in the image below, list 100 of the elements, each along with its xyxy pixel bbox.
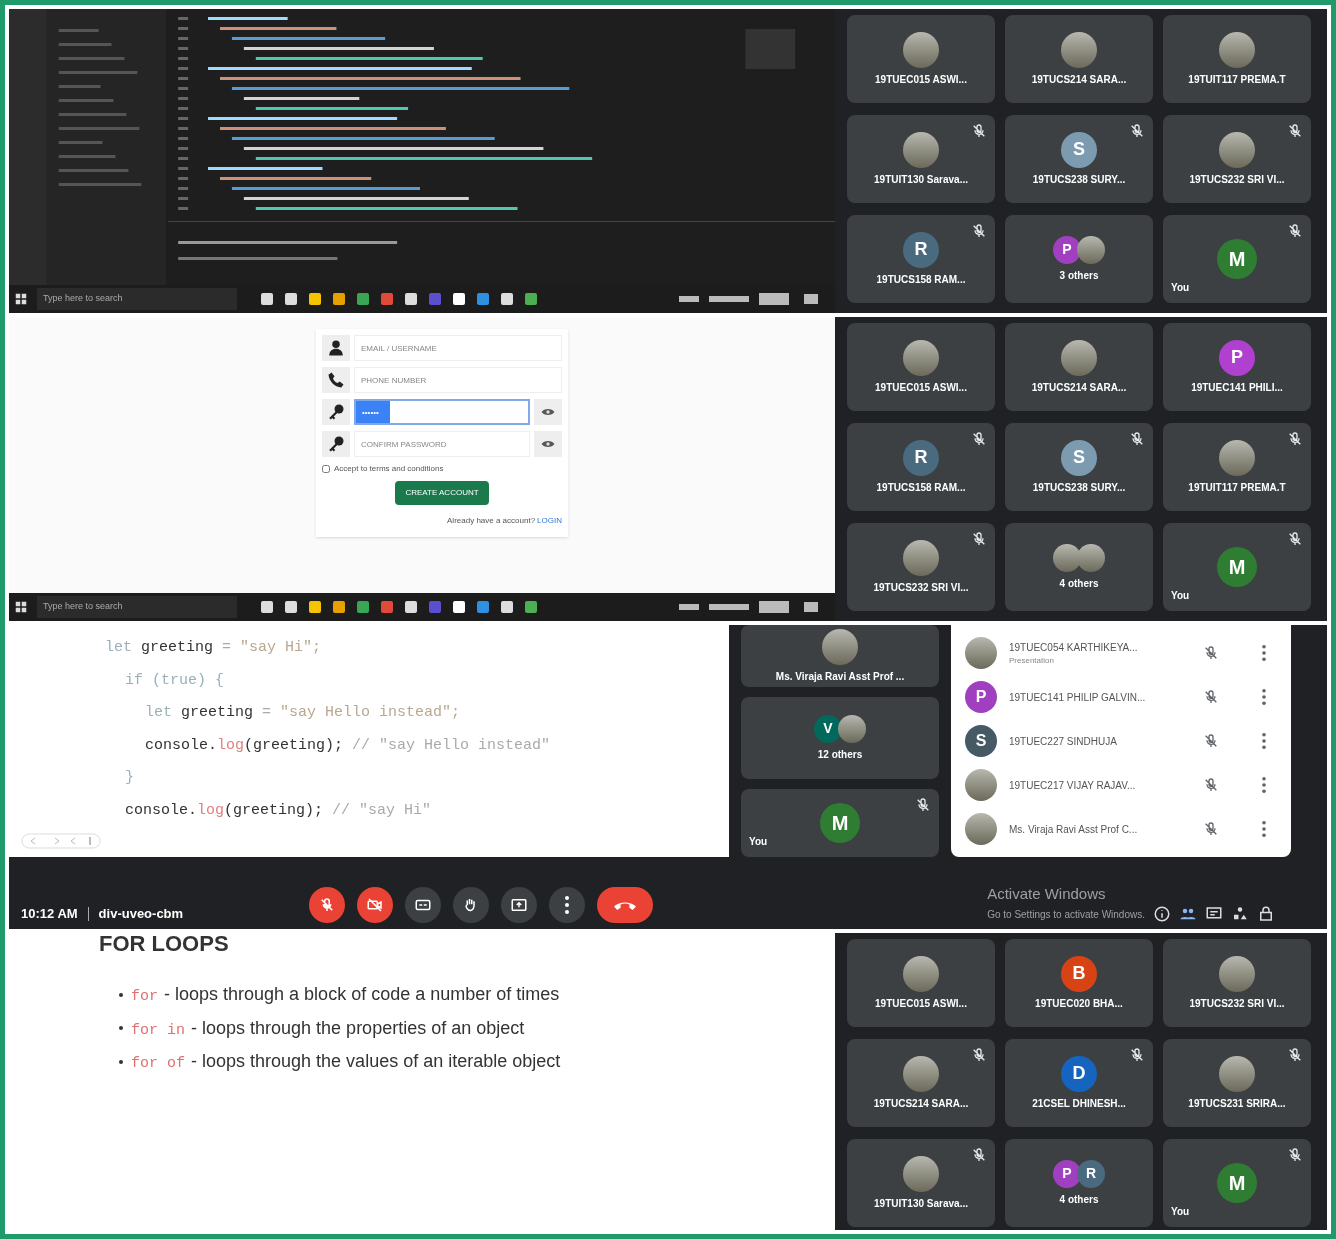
participant-row[interactable]: Ms. Viraja Ravi Asst Prof C... [965,807,1277,851]
participant-tile[interactable]: P 3 others [1005,215,1153,303]
participant-name: 19TUCS238 SURY... [1032,172,1126,187]
participant-name: 19TUEC141 PHILI... [1191,380,1283,395]
terms-checkbox[interactable] [322,465,330,473]
participant-tile[interactable]: 19TUCS214 SARA... [1005,323,1153,411]
photo-placeholder [1219,31,1255,68]
participant-tile[interactable]: D 21CSEL DHINESH... [1005,1039,1153,1127]
others-count: 4 others [1059,1192,1099,1207]
photo-placeholder [1061,31,1097,68]
hand-button[interactable] [452,887,489,923]
bullet-item: for of - loops through the values of an iterable object [131,1050,561,1074]
participant-name: You [1171,281,1190,295]
participant-tile[interactable]: B 19TUEC020 BHA... [1005,939,1153,1027]
photo-placeholder [1053,543,1081,572]
taskbar-search-field[interactable]: Type here to search [37,288,237,310]
participant-tile[interactable]: R 19TUCS158 RAM... [847,215,995,303]
hang-up-button[interactable] [596,887,653,923]
start-icon[interactable] [15,601,27,613]
others-count: 3 others [1059,268,1099,283]
eye-icon[interactable] [534,431,562,457]
participant-tile[interactable]: 19TUEC015 ASWI... [847,15,995,103]
participant-tile[interactable]: 19TUCS232 SRI VI... [1163,939,1311,1027]
participant-tile[interactable]: M You [741,789,939,857]
participant-tile[interactable]: V 12 others [741,697,939,779]
avatar: S [965,725,997,757]
eye-icon[interactable] [534,399,562,425]
avatar: R [903,231,939,268]
participant-tile[interactable]: 19TUIT117 PREMA.T [1163,423,1311,511]
avatar: S [1061,131,1097,168]
text-field[interactable]: CONFIRM PASSWORD [354,431,530,457]
code-line: } [125,768,135,788]
participant-tile[interactable]: 19TUIT130 Sarava... [847,115,995,203]
taskbar-search-field[interactable]: Type here to search [37,596,237,618]
participant-tile[interactable]: P R 4 others [1005,1139,1153,1227]
participant-name: 19TUCS214 SARA... [873,1096,969,1111]
participant-tile[interactable]: 19TUIT130 Sarava... [847,1139,995,1227]
participant-row[interactable]: P 19TUEC141 PHILIP GALVIN... [965,675,1277,719]
participant-name: 19TUCS214 SARA... [1031,380,1127,395]
more-options-icon[interactable] [1261,776,1267,794]
more-options-icon[interactable] [1261,820,1267,838]
participant-name: 19TUEC015 ASWI... [875,380,967,395]
avatar: S [1061,439,1097,476]
participant-row[interactable]: 19TUEC217 VIJAY RAJAV... [965,763,1277,807]
participant-tile[interactable]: 19TUCS232 SRI VI... [1163,115,1311,203]
more-options-icon[interactable] [1261,732,1267,750]
participant-name: 19TUCS232 SRI VI... [873,580,969,595]
participant-tile[interactable]: M You [1163,215,1311,303]
participant-tile[interactable]: S 19TUCS238 SURY... [1005,423,1153,511]
info-icon[interactable] [1153,905,1171,923]
more-options-button[interactable] [548,887,585,923]
text-field[interactable]: EMAIL / USERNAME [354,335,562,361]
participant-name: 19TUCS238 SURY... [1032,480,1126,495]
photo-placeholder [965,769,997,801]
participant-tile[interactable]: 19TUCS214 SARA... [847,1039,995,1127]
participant-subtitle: Presentation [1009,654,1055,667]
camera-off-button[interactable] [356,887,393,923]
avatar: M [1217,1163,1257,1203]
participant-tile[interactable]: Ms. Viraja Ravi Asst Prof ... [741,625,939,687]
participant-tile[interactable]: 19TUCS232 SRI VI... [847,523,995,611]
more-options-icon[interactable] [1261,644,1267,662]
start-icon[interactable] [15,293,27,305]
others-count: 12 others [817,747,863,762]
participant-tile[interactable]: S 19TUCS238 SURY... [1005,115,1153,203]
photo-placeholder [1219,955,1255,992]
create-account-button[interactable]: CREATE ACCOUNT [395,481,489,505]
participant-tile[interactable]: 19TUIT117 PREMA.T [1163,15,1311,103]
participant-name: 19TUIT117 PREMA.T [1188,72,1286,87]
captions-button[interactable] [404,887,441,923]
participant-tile[interactable]: R 19TUCS158 RAM... [847,423,995,511]
lock-icon[interactable] [1257,905,1275,923]
participant-tile[interactable]: M You [1163,1139,1311,1227]
photo-placeholder [903,955,939,992]
participant-row[interactable]: 19TUEC054 KARTHIKEYA... Presentation [965,631,1277,675]
photo-placeholder [965,813,997,845]
avatar: M [1217,547,1257,587]
participant-tile[interactable]: 19TUEC015 ASWI... [847,939,995,1027]
meeting-time: 10:12 AM [21,904,78,923]
participant-tile[interactable]: 19TUEC015 ASWI... [847,323,995,411]
participant-tile[interactable]: P 19TUEC141 PHILI... [1163,323,1311,411]
photo-placeholder [838,714,866,743]
present-screen-button[interactable] [500,887,537,923]
account-prompt: Already have a account? [447,515,536,527]
participant-tile[interactable]: 19TUCS231 SRIRA... [1163,1039,1311,1127]
more-options-icon[interactable] [1261,688,1267,706]
login-link[interactable]: LOGIN [537,515,562,527]
text-field[interactable]: PHONE NUMBER [354,367,562,393]
slide-title: FOR LOOPS [99,933,230,955]
participant-name: 19TUEC020 BHA... [1035,996,1123,1011]
present-screen-icon [509,896,528,914]
participant-tile[interactable]: 4 others [1005,523,1153,611]
code-line: console.log(greeting); // "say Hello instead" [145,735,552,756]
participant-row[interactable]: S 19TUEC227 SINDHUJA [965,719,1277,763]
password-field[interactable]: •••••• [354,399,530,425]
microphone-off-button[interactable] [308,887,345,923]
participant-tile[interactable]: 19TUCS214 SARA... [1005,15,1153,103]
bullet-item: for - loops through a block of code a number of times [131,983,560,1007]
participant-tile[interactable]: M You [1163,523,1311,611]
participant-name: 19TUEC054 KARTHIKEYA... [1009,640,1139,655]
participant-name: 19TUCS214 SARA... [1031,72,1127,87]
